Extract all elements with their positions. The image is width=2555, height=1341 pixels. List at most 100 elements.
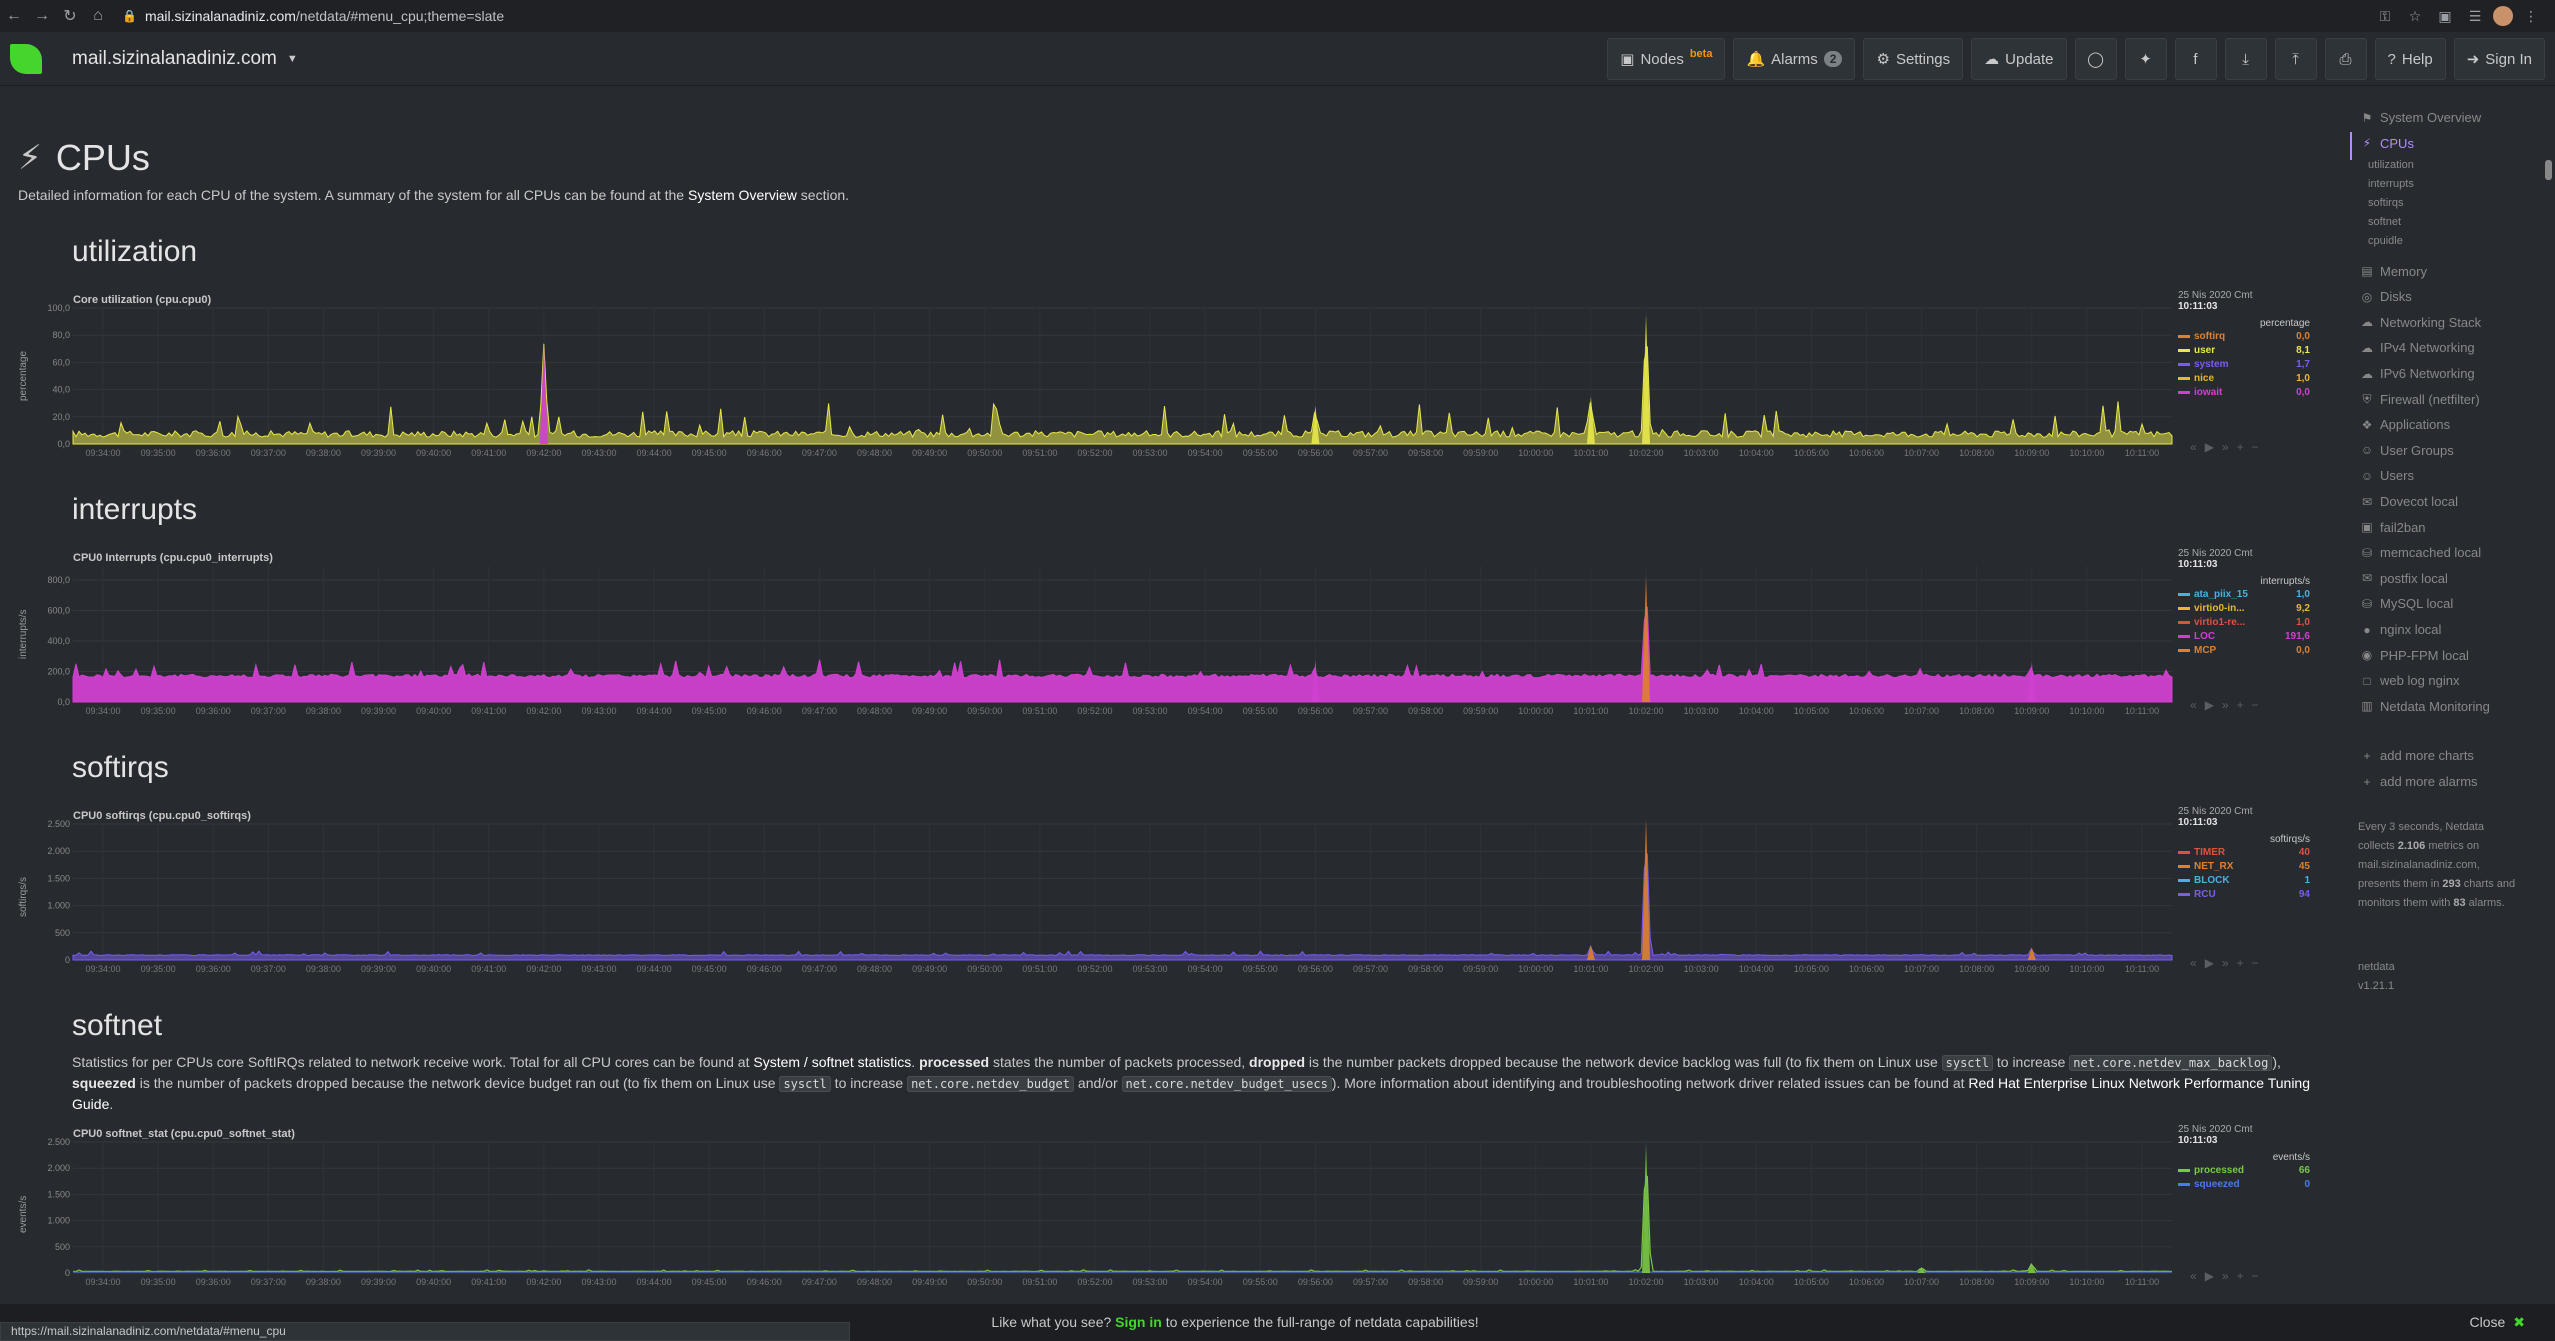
legend-item[interactable]: user 8,1 <box>2178 343 2310 357</box>
chart-control-icon[interactable]: ▶ <box>2205 956 2222 970</box>
sidebar-item-web-log-nginx[interactable]: □ web log nginx <box>2360 673 2459 688</box>
nodes-button[interactable]: ▣ Nodes beta <box>1607 38 1726 80</box>
sidebar-item-postfix-local[interactable]: ✉ postfix local <box>2360 571 2448 586</box>
settings-button[interactable]: ⚙ Settings <box>1863 38 1964 80</box>
chart-control-icon[interactable]: − <box>2252 440 2267 454</box>
legend-item[interactable]: ata_piix_15 1,0 <box>2178 587 2310 601</box>
chart-control-icon[interactable]: ▶ <box>2205 1269 2222 1283</box>
chart-plot[interactable]: 2.500 2.000 1.500 1.000 500 0 09:34:00 09:35:00… <box>0 1128 2330 1303</box>
banner-close-button[interactable]: Close ✖ <box>2469 1314 2525 1331</box>
legend-item[interactable]: processed 66 <box>2178 1163 2310 1177</box>
legend-item[interactable]: LOC 191,6 <box>2178 629 2310 643</box>
legend-item[interactable]: nice 1,0 <box>2178 371 2310 385</box>
chart-toolbox[interactable]: «▶»+− <box>2190 440 2267 454</box>
utilization-chart[interactable]: Core utilization (cpu.cpu0) percentage 100… <box>0 290 2330 479</box>
chart-control-icon[interactable]: « <box>2190 1269 2205 1283</box>
sidebar-item-php-fpm-local[interactable]: ◉ PHP-FPM local <box>2360 648 2469 663</box>
chart-control-icon[interactable]: » <box>2222 956 2237 970</box>
legend-item[interactable]: system 1,7 <box>2178 357 2310 371</box>
sidebar-subitem-utilization[interactable]: utilization <box>2368 159 2414 171</box>
netdata-logo[interactable] <box>10 43 42 74</box>
chart-plot[interactable]: 800,0 600,0 400,0 200,0 0,0 09:34:00 09:35:00 0… <box>0 552 2330 737</box>
address-bar[interactable]: 🔒 mail.sizinalanadiniz.com/netdata/#menu… <box>122 4 2312 28</box>
twitter-button[interactable]: ✦ <box>2124 38 2167 80</box>
legend-item[interactable]: NET_RX 45 <box>2178 859 2310 873</box>
softnet-chart[interactable]: CPU0 softnet_stat (cpu.cpu0_softnet_stat… <box>0 1124 2330 1303</box>
legend-item[interactable]: squeezed 0 <box>2178 1177 2310 1191</box>
reading-list-icon[interactable]: ☰ <box>2463 4 2487 28</box>
legend-item[interactable]: TIMER 40 <box>2178 845 2310 859</box>
interrupts-chart[interactable]: CPU0 Interrupts (cpu.cpu0_interrupts) int… <box>0 548 2330 737</box>
forward-icon[interactable]: → <box>28 0 56 32</box>
sidebar-item-nginx-local[interactable]: ● nginx local <box>2360 622 2441 637</box>
back-icon[interactable]: ← <box>0 0 28 32</box>
chart-control-icon[interactable]: « <box>2190 956 2205 970</box>
sidebar-subitem-softnet[interactable]: softnet <box>2368 216 2401 228</box>
profile-avatar[interactable] <box>2493 6 2513 26</box>
chart-control-icon[interactable]: − <box>2252 1269 2267 1283</box>
sidebar-subitem-softirqs[interactable]: softirqs <box>2368 197 2403 209</box>
sidebar-item-user-groups[interactable]: ☺ User Groups <box>2360 443 2454 458</box>
sidebar-item-fail2ban[interactable]: ▣ fail2ban <box>2360 520 2425 535</box>
chart-control-icon[interactable]: ▶ <box>2205 698 2222 712</box>
legend-item[interactable]: iowait 0,0 <box>2178 385 2310 399</box>
sign-in-button[interactable]: ➜ Sign In <box>2453 38 2545 80</box>
chart-control-icon[interactable]: ▶ <box>2205 440 2222 454</box>
chart-plot[interactable]: 100,0 80,0 60,0 40,0 20,0 0,0 09:34:00 09:35:00… <box>0 294 2330 479</box>
print-button[interactable]: ⎙ <box>2324 38 2367 80</box>
upload-button[interactable]: ⤒ <box>2274 38 2317 80</box>
sidebar-item-firewall-netfilter[interactable]: ⛨ Firewall (netfilter) <box>2360 392 2479 407</box>
translate-icon[interactable]: ▣ <box>2433 4 2457 28</box>
sidebar-item-memory[interactable]: ▤ Memory <box>2360 264 2427 279</box>
chart-plot[interactable]: 2.500 2.000 1.500 1.000 500 0 09:34:00 09:35:00… <box>0 810 2330 995</box>
sidebar-item-system-overview[interactable]: ⚑ System Overview <box>2360 110 2482 125</box>
sidebar-item-users[interactable]: ☺ Users <box>2360 468 2414 483</box>
hostname-dropdown[interactable]: mail.sizinalanadiniz.com ▼ <box>72 48 298 70</box>
sidebar-item-dovecot-local[interactable]: ✉ Dovecot local <box>2360 494 2458 509</box>
legend-item[interactable]: MCP 0,0 <box>2178 643 2310 657</box>
sidebar-item-ipv6-networking[interactable]: ☁ IPv6 Networking <box>2360 366 2475 381</box>
legend-item[interactable]: RCU 94 <box>2178 887 2310 901</box>
sidebar-item-ipv4-networking[interactable]: ☁ IPv4 Networking <box>2360 340 2475 355</box>
sidebar-subitem-interrupts[interactable]: interrupts <box>2368 178 2414 190</box>
page-scrollbar[interactable] <box>2545 160 2552 180</box>
chart-toolbox[interactable]: «▶»+− <box>2190 1269 2267 1283</box>
sidebar-item-mysql-local[interactable]: ⛁ MySQL local <box>2360 596 2453 611</box>
softirqs-chart[interactable]: CPU0 softirqs (cpu.cpu0_softirqs) softirq… <box>0 806 2330 995</box>
chart-control-icon[interactable]: + <box>2237 956 2252 970</box>
legend-item[interactable]: virtio0-in... 9,2 <box>2178 601 2310 615</box>
softnet-statistics-link[interactable]: System / softnet statistics <box>753 1054 911 1070</box>
chart-control-icon[interactable]: « <box>2190 440 2205 454</box>
sidebar-item-applications[interactable]: ❖ Applications <box>2360 417 2451 432</box>
chart-control-icon[interactable]: » <box>2222 1269 2237 1283</box>
update-button[interactable]: ☁ Update <box>1971 38 2067 80</box>
legend-item[interactable]: BLOCK 1 <box>2178 873 2310 887</box>
chart-control-icon[interactable]: + <box>2237 698 2252 712</box>
add-more-charts-link[interactable]: + add more charts <box>2360 748 2473 763</box>
sidebar-item-memcached-local[interactable]: ⛁ memcached local <box>2360 545 2481 560</box>
home-icon[interactable]: ⌂ <box>84 0 112 32</box>
alarms-button[interactable]: 🔔 Alarms 2 <box>1733 38 1856 80</box>
reload-icon[interactable]: ↻ <box>56 0 84 32</box>
facebook-button[interactable]: f <box>2174 38 2217 80</box>
chart-control-icon[interactable]: + <box>2237 1269 2252 1283</box>
menu-icon[interactable]: ⋮ <box>2519 4 2543 28</box>
sidebar-item-cpus[interactable]: ⚡ CPUs <box>2360 136 2414 151</box>
chart-control-icon[interactable]: » <box>2222 698 2237 712</box>
chart-toolbox[interactable]: «▶»+− <box>2190 956 2267 970</box>
help-button[interactable]: ? Help <box>2374 38 2446 80</box>
star-icon[interactable]: ☆ <box>2403 4 2427 28</box>
chart-control-icon[interactable]: » <box>2222 440 2237 454</box>
download-button[interactable]: ⤓ <box>2224 38 2267 80</box>
sidebar-item-netdata-monitoring[interactable]: ▥ Netdata Monitoring <box>2360 699 2490 714</box>
legend-item[interactable]: virtio1-re... 1,0 <box>2178 615 2310 629</box>
chart-control-icon[interactable]: − <box>2252 698 2267 712</box>
chart-control-icon[interactable]: − <box>2252 956 2267 970</box>
github-button[interactable]: ◯ <box>2074 38 2117 80</box>
chart-toolbox[interactable]: «▶»+− <box>2190 698 2267 712</box>
banner-signin-link[interactable]: Sign in <box>1115 1314 1162 1330</box>
system-overview-link[interactable]: System Overview <box>688 187 797 203</box>
chart-control-icon[interactable]: + <box>2237 440 2252 454</box>
sidebar-subitem-cpuidle[interactable]: cpuidle <box>2368 235 2403 247</box>
add-more-alarms-link[interactable]: + add more alarms <box>2360 774 2477 789</box>
